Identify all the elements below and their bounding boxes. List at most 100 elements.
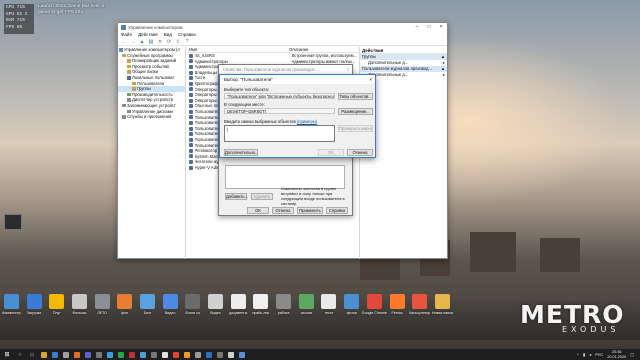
help-button[interactable]: Справка [326, 207, 348, 214]
window-titlebar[interactable]: Управление компьютером – □ × [118, 23, 447, 31]
network-icon[interactable]: ▮ [583, 352, 585, 357]
desktop-icon[interactable]: Новая папка [431, 292, 454, 322]
clock[interactable]: 20:36 20.01.2020 [607, 350, 626, 359]
app-icon [139, 351, 146, 358]
task-view-icon[interactable]: ▭ [26, 349, 38, 360]
desktop-icon[interactable]: Видео [204, 292, 227, 322]
examples-link[interactable]: (примеры) [297, 119, 317, 124]
app-icon [172, 351, 179, 358]
taskbar-app-icon[interactable] [115, 349, 126, 360]
forward-icon[interactable]: → [130, 39, 136, 45]
desktop-icon[interactable]: документы [227, 292, 250, 322]
clock-icon [127, 59, 131, 63]
desktop-icon[interactable]: Блоги со [182, 292, 205, 322]
taskbar-app-icon[interactable] [181, 349, 192, 360]
volume-icon[interactable]: ◂ [589, 352, 591, 357]
desktop-icon[interactable]: текст [318, 292, 341, 322]
column-header-description[interactable]: Описание [287, 47, 308, 52]
ok-button[interactable]: OK [247, 207, 269, 214]
shortcut-icon [139, 294, 155, 309]
desktop-icon[interactable]: Компьютер [0, 292, 23, 322]
chevron-up-icon[interactable]: ^ [577, 352, 579, 357]
windows-start-icon[interactable]: ⊞ [0, 349, 14, 360]
taskbar-app-icon[interactable] [49, 349, 60, 360]
desktop-icon[interactable]: Видео [159, 292, 182, 322]
menu-help[interactable]: Справка [178, 32, 196, 37]
dialog-titlebar[interactable]: Выбор: "Пользователи" × [220, 75, 375, 84]
taskbar-app-icon[interactable] [225, 349, 236, 360]
column-header-name[interactable]: Имя [187, 47, 287, 52]
check-names-button[interactable]: Проверить имена [338, 125, 373, 132]
language-indicator[interactable]: РУС [595, 352, 603, 357]
taskbar-app-icon[interactable] [104, 349, 115, 360]
desktop-icon[interactable]: Фильмы [68, 292, 91, 322]
export-icon[interactable]: ⇪ [175, 39, 181, 45]
desktop-icon[interactable]: фотки [340, 292, 363, 322]
notification-icon[interactable]: ▢ [630, 352, 634, 357]
desktop-icon[interactable]: Загрузки [23, 292, 46, 322]
minimize-icon[interactable]: – [411, 23, 423, 31]
app-icon [106, 351, 113, 358]
taskbar-app-icon[interactable] [82, 349, 93, 360]
desktop-icon-label: документы [229, 311, 248, 315]
desktop-icon[interactable]: ЛЕТО [91, 292, 114, 322]
cancel-button[interactable]: Отмена [272, 207, 294, 214]
taskbar-app-icon[interactable] [93, 349, 104, 360]
advanced-button[interactable]: Дополнительно... [224, 149, 258, 156]
desktop-shortcut-icon[interactable] [4, 214, 22, 230]
desktop-icon[interactable]: Калькулятор [408, 292, 431, 322]
refresh-icon[interactable]: ⟳ [166, 39, 172, 45]
cancel-button[interactable]: Отмена [347, 149, 373, 156]
back-icon[interactable]: ← [121, 39, 127, 45]
close-icon[interactable]: × [369, 75, 372, 84]
group-icon [189, 160, 193, 165]
apply-button[interactable]: Применить [297, 207, 323, 214]
desktop-icon-label: Загрузки [26, 311, 42, 315]
dialog-titlebar[interactable]: Свойства: Пользователи журналов производ… [219, 65, 352, 74]
taskbar-app-icon[interactable] [236, 349, 247, 360]
close-icon[interactable]: × [435, 23, 447, 31]
desktop-icon[interactable]: сессия [295, 292, 318, 322]
remove-button[interactable]: Удалить [251, 193, 273, 200]
taskbar-app-icon[interactable] [148, 349, 159, 360]
ok-button[interactable]: OK [318, 149, 344, 156]
tree-item-label: Службы и приложения [127, 114, 172, 120]
desktop-icon[interactable]: Firefox [386, 292, 409, 322]
menu-action[interactable]: Действие [138, 32, 158, 37]
taskbar-app-icon[interactable] [170, 349, 181, 360]
shortcut-icon [434, 294, 450, 309]
desktop-icon[interactable]: прайс-лис [250, 292, 273, 322]
up-icon[interactable]: ▲ [139, 39, 145, 45]
taskbar-app-icon[interactable] [137, 349, 148, 360]
desktop-icon[interactable]: Плуг [45, 292, 68, 322]
maximize-icon[interactable]: □ [423, 23, 435, 31]
desktop-icon[interactable]: фон [113, 292, 136, 322]
desktop-icon-label: текст [324, 311, 334, 315]
close-icon[interactable]: × [347, 65, 349, 74]
search-icon[interactable]: ○ [14, 349, 26, 360]
menu-view[interactable]: Вид [164, 32, 172, 37]
taskbar-app-icon[interactable] [38, 349, 49, 360]
desktop-icon[interactable]: Google Chrome [362, 292, 387, 322]
help-icon[interactable]: ? [184, 39, 190, 45]
shortcut-icon [230, 294, 246, 309]
object-types-button[interactable]: Типы объектов... [338, 93, 373, 100]
taskbar-app-icon[interactable] [126, 349, 137, 360]
taskbar-app-icon[interactable] [60, 349, 71, 360]
add-button[interactable]: Добавить... [225, 193, 248, 200]
taskbar-app-icon[interactable] [159, 349, 170, 360]
taskbar-app-icon[interactable] [203, 349, 214, 360]
delete-icon[interactable]: ✕ [157, 39, 163, 45]
taskbar-app-icon[interactable] [71, 349, 82, 360]
properties-icon[interactable]: ▤ [148, 39, 154, 45]
taskbar-app-icon[interactable] [192, 349, 203, 360]
tree-item-services[interactable]: Службы и приложения [118, 114, 185, 120]
locations-button[interactable]: Размещение... [338, 108, 373, 115]
app-icon [128, 351, 135, 358]
desktop-icon[interactable]: работа [272, 292, 295, 322]
desktop-icon[interactable]: Блог [136, 292, 159, 322]
taskbar-app-icon[interactable] [214, 349, 225, 360]
app-icon [216, 351, 223, 358]
menu-file[interactable]: Файл [121, 32, 132, 37]
object-names-input[interactable]: | [224, 125, 335, 142]
